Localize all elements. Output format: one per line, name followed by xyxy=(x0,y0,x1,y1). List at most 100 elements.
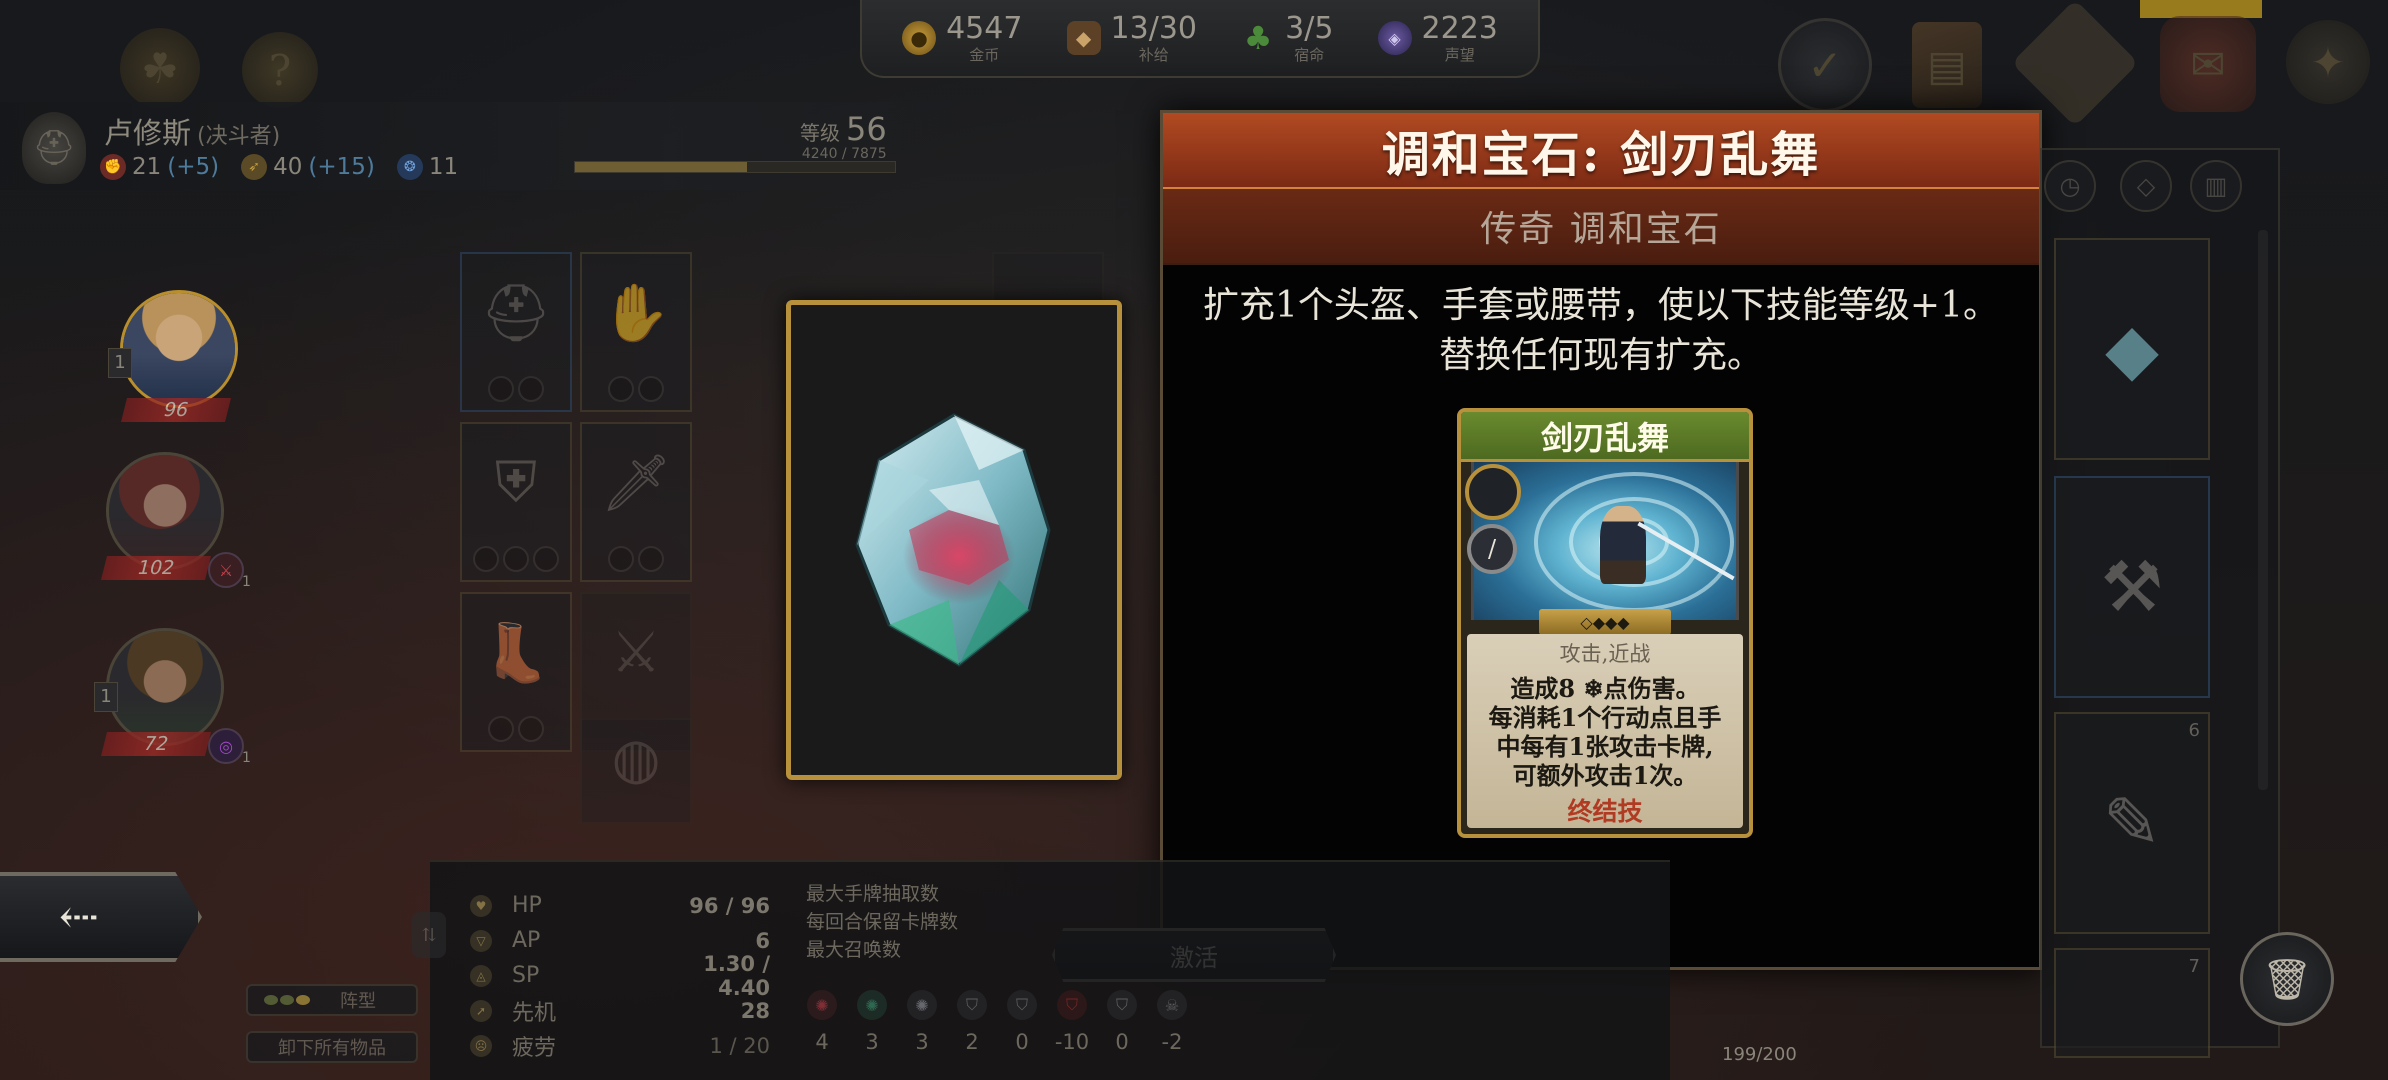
hero-portrait-face xyxy=(123,293,235,405)
bleed-buff-icon[interactable]: ⚔ xyxy=(208,552,244,588)
resistance: ⛉ 0 xyxy=(1006,990,1038,1054)
stat-row-hp: ♥ HP 96 / 96 xyxy=(470,888,770,923)
skill-cost-orb xyxy=(1465,464,1521,520)
clover-icon: ♣ xyxy=(1243,19,1273,57)
effect-line: 每消耗1个行动点且手 xyxy=(1488,703,1722,732)
belt-slot[interactable]: ◍ xyxy=(580,718,692,824)
sort-icon[interactable]: ⇅ xyxy=(412,912,446,958)
fame-resource: ◈ 2223 声望 xyxy=(1377,10,1498,64)
vortex-buff-icon[interactable]: ◎ xyxy=(208,728,244,764)
xp-text: 4240 / 7875 xyxy=(801,146,887,162)
resistance-value: 2 xyxy=(965,1030,979,1054)
journal-icon[interactable]: ▤ xyxy=(1912,22,1982,108)
effect-line: 中每有1张攻击卡牌, xyxy=(1496,732,1714,761)
skill-card-keyword: 终结技 xyxy=(1567,797,1643,826)
help-icon[interactable]: ? xyxy=(242,32,318,108)
inventory-scrollbar[interactable] xyxy=(2258,230,2268,790)
sword-item-icon: 🗡 xyxy=(600,451,672,517)
clock-filter-icon[interactable]: ◷ xyxy=(2044,160,2096,212)
fate-value: 3/5 xyxy=(1285,10,1334,46)
stat-label: AP xyxy=(512,928,541,953)
chisel-item-icon: ✎ xyxy=(2102,782,2162,864)
shield-icon: ⛉ xyxy=(957,990,987,1020)
tooltip-description: 扩充1个头盔、手套或腰带，使以下技能等级+1。 替换任何现有扩充。 xyxy=(1163,281,2039,381)
formation-dots-icon xyxy=(264,995,310,1005)
extra-stat-label: 最大召唤数 xyxy=(806,939,902,961)
quest-check-icon[interactable]: ✓ xyxy=(1778,18,1872,112)
unequip-all-button[interactable]: 卸下所有物品 xyxy=(246,1031,418,1063)
white-swirl-icon: ✺ xyxy=(907,990,937,1020)
level-value: 56 xyxy=(846,110,887,148)
hero-class: (决斗者) xyxy=(197,124,281,149)
gem-filter-icon[interactable]: ◇ xyxy=(2120,160,2172,212)
inventory-slot[interactable]: 6 ✎ xyxy=(2054,712,2210,934)
party-portrait-3[interactable] xyxy=(106,628,224,746)
resource-bar: ● 4547 金币 ◆ 13/30 补给 ♣ 3/5 宿命 ◈ 2223 声望 xyxy=(860,0,1540,78)
resistance: ⛉ 0 xyxy=(1106,990,1138,1054)
back-button[interactable]: ⇠ xyxy=(0,872,202,962)
socket xyxy=(503,546,529,572)
boots-slot[interactable]: 👢 xyxy=(460,592,572,752)
triquetra-menu-icon[interactable]: ☘ xyxy=(120,28,200,108)
inventory-slot[interactable]: ⚒ xyxy=(2054,476,2210,698)
fame-label: 声望 xyxy=(1444,45,1475,64)
party-portrait-1[interactable] xyxy=(120,290,238,408)
ally-portrait-face xyxy=(109,455,221,567)
helmet-slot[interactable]: ⛑ xyxy=(460,252,572,412)
intellect-value: 11 xyxy=(428,154,459,180)
strength-icon: ✊ xyxy=(100,154,126,180)
tooltip-rarity-bar: 传奇 调和宝石 xyxy=(1163,189,2039,265)
level-label: 等级 xyxy=(800,121,840,145)
resistance: ✺ 4 xyxy=(806,990,838,1054)
inventory-slot[interactable]: 7 xyxy=(2054,948,2210,1058)
coin-icon: ● xyxy=(902,21,937,55)
stat-label: 先机 xyxy=(512,1000,557,1026)
fate-label: 宿命 xyxy=(1294,45,1325,64)
shovel-item-icon: ⚒ xyxy=(2100,546,2164,628)
party-level-tag: 1 xyxy=(108,348,132,378)
strength-value: 21 xyxy=(132,154,162,180)
party-hp-3: 72 xyxy=(101,732,211,756)
resistance-value: 4 xyxy=(815,1030,829,1054)
resistance-value: -10 xyxy=(1054,1030,1090,1054)
inventory-bag-icon[interactable]: ✉ xyxy=(2160,16,2256,112)
compass-icon[interactable]: ✦ xyxy=(2286,20,2370,104)
skill-card-header: 剑刃乱舞 xyxy=(1461,412,1749,462)
resistance: ✺ 3 xyxy=(856,990,888,1054)
armor-slot[interactable]: ⛨ xyxy=(460,422,572,582)
sp-icon: ◬ xyxy=(470,964,492,987)
extra-stat-label: 每回合保留卡牌数 xyxy=(806,911,959,933)
fatigue-icon: ☹ xyxy=(470,1034,492,1057)
resistance-value: 0 xyxy=(1115,1030,1129,1054)
effect-line: 可额外攻击1次。 xyxy=(1512,761,1698,790)
gold-value: 4547 xyxy=(946,10,1023,46)
tooltip-title-bar: 调和宝石: 剑刃乱舞 xyxy=(1163,113,2039,189)
inventory-slot[interactable]: ◆ xyxy=(2054,238,2210,460)
fate-resource: ♣ 3/5 宿命 xyxy=(1241,10,1334,64)
stat-row-fatigue: ☹ 疲劳 1 / 20 xyxy=(470,1028,770,1063)
gloves-slot[interactable]: ✋ xyxy=(580,252,692,412)
gem-preview-card xyxy=(786,300,1122,780)
socket xyxy=(638,376,664,402)
heart-icon: ♥ xyxy=(470,894,492,917)
trash-filter-icon[interactable]: ▥ xyxy=(2190,160,2242,212)
trash-button[interactable]: 🗑 xyxy=(2240,932,2334,1026)
formation-button[interactable]: 阵型 xyxy=(246,984,418,1016)
dagger-item-icon: ⚔ xyxy=(610,620,662,686)
weapon-slot[interactable]: 🗡 xyxy=(580,422,692,582)
skill-card: 剑刃乱舞 / ◇◆◆◆ 攻击,近战 造成8 ❄点伤害。 每消耗1个行动点且手 中… xyxy=(1457,408,1753,838)
hero-name: 卢修斯 (决斗者) xyxy=(104,110,280,152)
stat-list: ♥ HP 96 / 96 ▽ AP 6 ◬ SP 1.30 / 4.40 ➚ 先… xyxy=(470,888,770,1063)
gold-label: 金币 xyxy=(969,45,1000,64)
fame-value: 2223 xyxy=(1421,10,1498,46)
hero-attributes: ✊ 21 (+5) ➶ 40 (+15) ❂ 11 xyxy=(100,154,458,180)
stat-value: 6 xyxy=(755,928,770,953)
resistance-value: 3 xyxy=(865,1030,879,1054)
intellect-stat: ❂ 11 xyxy=(396,154,459,180)
party-portrait-2[interactable] xyxy=(106,452,224,570)
resistance-value: 3 xyxy=(915,1030,929,1054)
resistance-value: -2 xyxy=(1161,1030,1183,1054)
boots-item-icon: 👢 xyxy=(481,621,551,687)
stat-row-sp: ◬ SP 1.30 / 4.40 xyxy=(470,952,770,1000)
socket xyxy=(608,546,634,572)
